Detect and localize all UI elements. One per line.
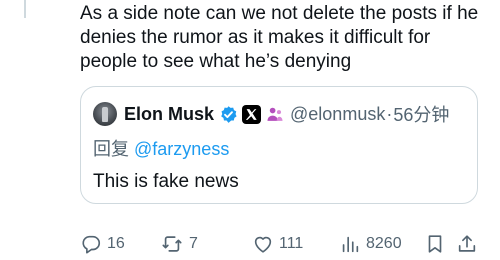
x-logo-icon[interactable] [242, 104, 262, 124]
meta-separator: · [386, 103, 393, 124]
heart-icon [252, 233, 274, 255]
views-button[interactable]: 8260 [339, 231, 402, 257]
post-text: As a side note can we not delete the pos… [80, 3, 479, 72]
verified-badge-icon [219, 105, 238, 124]
quoted-post-text: This is fake news [93, 171, 239, 192]
quoted-post[interactable]: Elon Musk @elonmusk · 56分钟 回复 @farzyness… [80, 86, 478, 204]
share-button[interactable] [456, 231, 478, 257]
bookmark-button[interactable] [424, 231, 446, 257]
repost-count: 7 [189, 235, 198, 252]
reply-prefix: 回复 [93, 139, 129, 159]
reply-button[interactable]: 16 [80, 231, 125, 257]
like-count: 111 [279, 235, 304, 252]
repost-button[interactable]: 7 [160, 231, 198, 257]
repost-arrows-icon [160, 233, 184, 255]
post-timestamp[interactable]: 56分钟 [393, 101, 449, 127]
people-icon [265, 105, 285, 124]
author-handle[interactable]: @elonmusk [290, 104, 385, 125]
reply-count: 16 [107, 235, 125, 252]
view-count: 8260 [366, 235, 402, 252]
share-upload-icon [456, 233, 478, 255]
author-name[interactable]: Elon Musk [124, 104, 214, 125]
comment-bubble-icon [80, 233, 102, 255]
like-button[interactable]: 111 [252, 231, 303, 257]
bar-chart-icon [339, 233, 361, 255]
avatar[interactable] [93, 102, 117, 126]
reply-context: 回复 @farzyness [93, 135, 229, 161]
action-bar: 16 7 111 8260 [80, 231, 492, 257]
reply-mention-link[interactable]: @farzyness [134, 139, 229, 159]
quoted-post-header: Elon Musk @elonmusk · 56分钟 [93, 101, 449, 127]
bookmark-icon [424, 233, 446, 255]
thread-connector-line [24, 0, 26, 18]
